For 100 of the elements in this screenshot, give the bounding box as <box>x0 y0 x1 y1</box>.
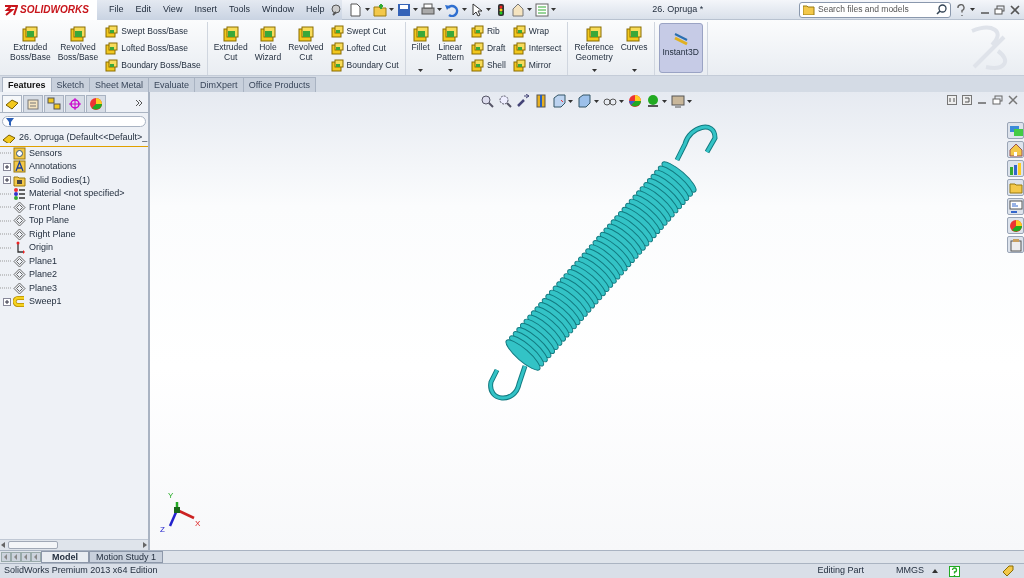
caret-icon[interactable] <box>447 69 453 72</box>
caret-up-icon[interactable] <box>932 568 939 574</box>
help-icon[interactable] <box>949 565 960 577</box>
tree-item[interactable]: Plane3 <box>26 281 58 295</box>
ribbon-button[interactable]: Draft <box>470 42 506 55</box>
ribbon-button[interactable]: Hole Wizard <box>252 22 284 75</box>
caret-icon[interactable] <box>413 8 419 11</box>
printer-icon[interactable] <box>421 2 436 17</box>
search-icon[interactable] <box>936 4 947 15</box>
ribbon-button[interactable]: Fillet <box>409 22 432 75</box>
undo-icon[interactable] <box>445 2 460 17</box>
caret-icon[interactable] <box>687 99 693 103</box>
caret-icon[interactable] <box>662 99 667 103</box>
bottom-tab[interactable]: Model <box>41 551 89 563</box>
caret-icon[interactable] <box>527 8 533 11</box>
caret-icon[interactable] <box>437 8 443 11</box>
menu-item[interactable]: View <box>157 2 189 17</box>
scroll-right-icon[interactable] <box>142 542 148 548</box>
zoom-area-icon[interactable] <box>498 94 512 108</box>
expand-icon[interactable] <box>3 162 11 171</box>
ribbon-button[interactable]: Rib <box>470 25 506 38</box>
panel-tab[interactable] <box>65 95 85 112</box>
bottom-tab[interactable]: Motion Study 1 <box>89 551 164 563</box>
display-style-icon[interactable] <box>577 94 592 108</box>
ribbon-button[interactable]: Extruded Cut <box>211 22 250 75</box>
tree-item[interactable]: Sweep1 <box>26 295 62 309</box>
help-icon[interactable] <box>955 3 966 16</box>
ribbon-button[interactable]: Revolved Boss/Base <box>55 22 101 75</box>
tree-item[interactable]: Right Plane <box>26 227 76 241</box>
ribbon-button[interactable]: Swept Boss/Base <box>105 25 201 38</box>
tree-item[interactable]: Origin <box>26 241 53 255</box>
ribbon-button[interactable]: Linear Pattern <box>434 22 466 75</box>
restore-icon[interactable] <box>992 95 1003 105</box>
caret-icon[interactable] <box>388 8 394 11</box>
ribbon-button[interactable]: Curves <box>618 22 650 75</box>
instant3d-button[interactable]: Instant3D <box>658 23 703 73</box>
filter-field[interactable] <box>2 116 146 127</box>
task-pane-tab[interactable] <box>1007 122 1024 139</box>
caret-icon[interactable] <box>551 8 557 11</box>
ribbon-button[interactable]: Reference Geometry <box>572 22 616 75</box>
caret-icon[interactable] <box>591 69 597 72</box>
zoom-fit-icon[interactable] <box>480 94 494 108</box>
scroll-left-icon[interactable] <box>0 542 6 548</box>
close-icon[interactable] <box>1008 95 1018 105</box>
tree-item[interactable]: Annotations <box>26 160 77 174</box>
expand-icon[interactable] <box>3 176 11 185</box>
chevron-icon[interactable] <box>135 99 143 107</box>
caret-icon[interactable] <box>364 8 370 11</box>
ribbon-button[interactable]: Lofted Boss/Base <box>105 42 201 55</box>
scrollbar-thumb[interactable] <box>8 541 58 549</box>
tree-item[interactable]: Plane2 <box>26 268 58 282</box>
menu-item[interactable]: Window <box>255 2 300 17</box>
tag-icon[interactable] <box>1002 565 1014 577</box>
task-pane-tab[interactable] <box>1007 141 1024 158</box>
tree-item[interactable]: Top Plane <box>26 214 70 228</box>
tree-item[interactable]: Front Plane <box>26 200 76 214</box>
menu-item[interactable]: Help <box>299 2 331 17</box>
caret-icon[interactable] <box>568 99 574 103</box>
panel-tab[interactable] <box>44 95 64 112</box>
tree-root-label[interactable]: 26. Opruga (Default<<Default>_ <box>19 131 148 145</box>
search-box[interactable]: Search files and models <box>799 1 951 18</box>
ribbon-button[interactable]: Mirror <box>512 59 562 72</box>
command-tab[interactable]: Evaluate <box>148 77 196 92</box>
split-horizontal-icon[interactable] <box>962 95 972 105</box>
ribbon-button[interactable]: Wrap <box>512 25 562 38</box>
save-icon[interactable] <box>396 2 411 17</box>
previous-view-icon[interactable] <box>516 94 530 108</box>
caret-icon[interactable] <box>418 69 424 72</box>
tree-item[interactable]: Plane1 <box>26 254 58 268</box>
ribbon-button[interactable]: Extruded Boss/Base <box>8 22 53 75</box>
caret-icon[interactable] <box>485 8 491 11</box>
pin-icon[interactable] <box>330 3 343 16</box>
menu-item[interactable]: Insert <box>188 2 223 17</box>
tree-item[interactable]: Sensors <box>26 146 63 160</box>
ribbon-button[interactable]: Revolved Cut <box>286 22 326 75</box>
task-pane-tab[interactable] <box>1007 160 1024 177</box>
command-tab[interactable]: Office Products <box>242 77 316 92</box>
close-icon[interactable] <box>1009 4 1020 15</box>
caret-icon[interactable] <box>461 8 467 11</box>
tree-item[interactable]: Solid Bodies(1) <box>26 173 91 187</box>
caret-icon[interactable] <box>970 8 975 11</box>
page-icon[interactable] <box>348 2 363 17</box>
status-units[interactable]: MMGS <box>896 564 924 578</box>
cursor-icon[interactable] <box>469 2 484 17</box>
menu-item[interactable]: Edit <box>129 2 158 17</box>
restore-icon[interactable] <box>994 4 1005 15</box>
appearance-icon[interactable] <box>627 94 642 108</box>
caret-icon[interactable] <box>631 69 637 72</box>
panel-tab[interactable] <box>2 95 22 112</box>
command-tab[interactable]: Sketch <box>50 77 91 92</box>
command-tab[interactable]: Features <box>2 77 52 92</box>
command-tab[interactable]: Sheet Metal <box>89 77 150 92</box>
menu-item[interactable]: File <box>103 2 130 17</box>
split-vertical-icon[interactable] <box>947 95 957 105</box>
ribbon-button[interactable]: Boundary Boss/Base <box>105 59 201 72</box>
ribbon-button[interactable]: Intersect <box>512 42 562 55</box>
caret-icon[interactable] <box>593 99 599 103</box>
caret-icon[interactable] <box>618 99 624 103</box>
ribbon-button[interactable]: Shell <box>470 59 506 72</box>
ribbon-button[interactable]: Boundary Cut <box>330 59 399 72</box>
